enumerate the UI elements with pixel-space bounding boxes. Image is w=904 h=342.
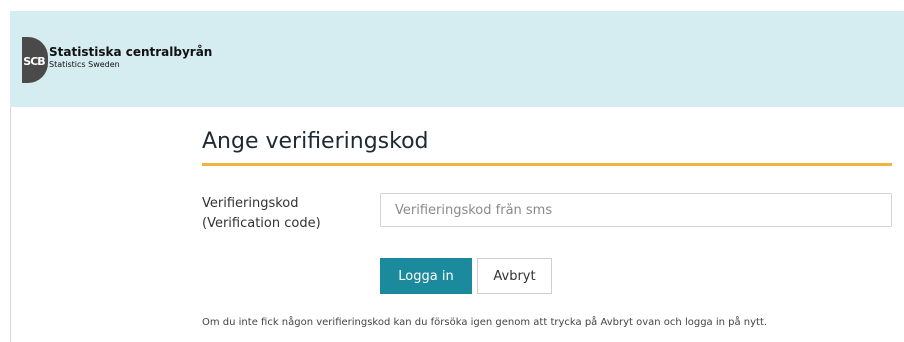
org-name: Statistiska centralbyrån <box>49 45 213 59</box>
content-left-border <box>10 107 11 342</box>
verification-code-label: Verifieringskod (Verification code) <box>202 194 321 234</box>
verification-code-label-sv: Verifieringskod <box>202 196 299 211</box>
page: SCB Statistiska centralbyrån Statistics … <box>0 0 904 342</box>
site-header: SCB Statistiska centralbyrån Statistics … <box>10 11 904 107</box>
svg-text:SCB: SCB <box>23 55 45 68</box>
login-button[interactable]: Logga in <box>380 258 472 294</box>
org-subtitle: Statistics Sweden <box>49 60 120 69</box>
page-title: Ange verifieringskod <box>202 129 429 154</box>
verification-code-input[interactable] <box>380 193 892 227</box>
scb-logo[interactable]: SCB Statistiska centralbyrån Statistics … <box>22 37 222 83</box>
title-underline <box>202 163 892 166</box>
cancel-button[interactable]: Avbryt <box>477 258 552 294</box>
scb-logo-icon: SCB <box>22 37 48 83</box>
verification-code-label-en: (Verification code) <box>202 216 321 231</box>
help-text: Om du inte fick någon verifieringskod ka… <box>202 317 768 328</box>
top-strip <box>0 0 904 11</box>
